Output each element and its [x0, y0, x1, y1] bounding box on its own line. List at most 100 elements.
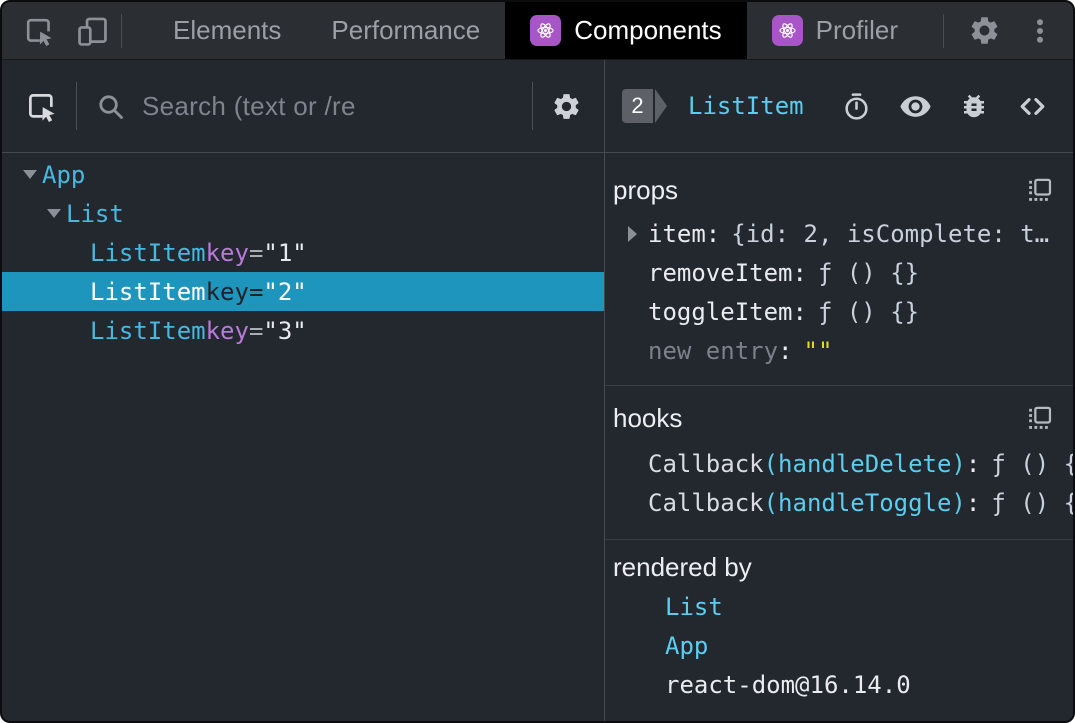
devtools-window: Elements Performance Components Profiler — [0, 0, 1075, 723]
devtools-toolbar: Elements Performance Components Profiler — [2, 2, 1073, 60]
prop-value[interactable]: {id: 2, isComplete: t… — [731, 220, 1049, 248]
details-sections: props item: {id: 2, isComplete: t… remov… — [605, 153, 1073, 721]
header-divider — [532, 82, 533, 130]
components-tree-panel: Search (text or /re App List ListItem key =… — [2, 60, 605, 721]
select-element-icon[interactable] — [24, 89, 58, 123]
eye-icon[interactable] — [899, 90, 932, 123]
component-name: ListItem — [90, 238, 206, 267]
tab-elements[interactable]: Elements — [148, 2, 306, 59]
triangle-down-icon — [47, 209, 61, 218]
search-input[interactable]: Search (text or /re — [142, 91, 356, 122]
tab-profiler[interactable]: Profiler — [747, 2, 923, 59]
equals-sign: = — [248, 316, 264, 345]
prop-key: toggleItem — [648, 297, 793, 326]
badge-arrow — [655, 89, 667, 123]
owners-stack-badge[interactable]: 2 — [622, 89, 667, 123]
settings-gear-icon[interactable] — [968, 14, 1001, 47]
key-attribute-value: "1" — [263, 238, 307, 267]
view-source-icon[interactable] — [1016, 90, 1049, 123]
copy-hooks-icon[interactable] — [1026, 405, 1053, 432]
colon: : — [778, 336, 793, 365]
rendered-by-row-react-dom-16-14-0: react-dom@16.14.0 — [613, 665, 1053, 704]
toolbar-right — [943, 2, 1073, 59]
key-attribute-name: key — [205, 238, 249, 267]
tab-performance[interactable]: Performance — [306, 2, 505, 59]
equals-sign: = — [248, 238, 264, 267]
triangle-down-icon — [23, 170, 37, 179]
details-header: 2 ListItem — [605, 60, 1073, 153]
hook-name: (handleDelete) — [763, 449, 966, 478]
toolbar-tabs: Elements Performance Components Profiler — [148, 2, 923, 59]
props-section: props item: {id: 2, isComplete: t… remov… — [605, 153, 1073, 386]
hooks-section: hooks Callback (handleDelete): ƒ () Call… — [605, 386, 1073, 540]
react-logo-icon — [530, 15, 562, 46]
toolbar-divider — [121, 13, 122, 48]
prop-value[interactable]: "" — [804, 337, 833, 365]
search-icon — [95, 91, 126, 122]
tree-row-list[interactable]: List — [2, 194, 604, 233]
hook-value: ƒ () {} — [991, 488, 1073, 517]
toolbar-divider — [943, 13, 944, 48]
tree-row-listitem-key-1[interactable]: ListItem key = "1" — [2, 233, 604, 272]
key-attribute-value: "2" — [263, 277, 307, 306]
component-details-panel: 2 ListItem props item: {id: 2, isComple… — [605, 60, 1073, 721]
search-box[interactable]: Search (text or /re — [95, 91, 514, 122]
stopwatch-icon[interactable] — [841, 91, 872, 122]
prop-value[interactable]: ƒ () {} — [818, 298, 919, 326]
tab-label: Profiler — [815, 15, 899, 45]
colon: : — [792, 297, 807, 326]
copy-props-icon[interactable] — [1026, 177, 1053, 204]
component-tree: App List ListItem key = "1" ListItem key = "2" L… — [2, 153, 604, 350]
tree-row-listitem-key-2[interactable]: ListItem key = "2" — [2, 272, 604, 311]
component-name: ListItem — [90, 316, 206, 345]
owner-link[interactable]: App — [665, 632, 708, 660]
prop-row-removeItem[interactable]: removeItem: ƒ () {} — [613, 253, 1053, 292]
rendered-by-rows: List App react-dom@16.14.0 — [613, 587, 1053, 704]
owner-link[interactable]: List — [665, 593, 723, 621]
tab-label: Elements — [173, 15, 282, 45]
bug-icon[interactable] — [959, 91, 989, 121]
triangle-right-icon — [628, 225, 637, 242]
rendered-by-section-header: rendered by — [613, 548, 1053, 587]
hooks-rows: Callback(handleDelete):ƒ () {}Callback(h… — [613, 444, 1073, 522]
rendered-by-section: rendered by List App react-dom@16.14.0 — [605, 540, 1073, 704]
selected-component-name: ListItem — [688, 92, 804, 120]
props-label: props — [613, 175, 679, 205]
inspect-element-icon[interactable] — [22, 14, 55, 47]
hook-name: (handleToggle) — [763, 488, 966, 517]
expand-arrow-icon[interactable] — [628, 225, 648, 242]
key-attribute-name: key — [205, 316, 249, 345]
rendered-by-label: rendered by — [613, 552, 752, 582]
tab-components[interactable]: Components — [505, 2, 747, 59]
tree-row-app[interactable]: App — [2, 155, 604, 194]
rendered-by-row-list[interactable]: List — [613, 587, 1053, 626]
react-logo-icon — [771, 15, 803, 46]
hooks-label: hooks — [613, 403, 683, 433]
hooks-section-header: hooks — [613, 399, 1053, 438]
prop-key: new entry — [648, 336, 779, 365]
tree-row-listitem-key-3[interactable]: ListItem key = "3" — [2, 311, 604, 350]
renderer-version: react-dom@16.14.0 — [665, 670, 911, 699]
hook-value: ƒ () {} — [991, 449, 1073, 478]
prop-value[interactable]: ƒ () {} — [818, 259, 919, 287]
more-vert-icon[interactable] — [1025, 16, 1055, 46]
hook-row-handleDelete[interactable]: Callback(handleDelete): ƒ () {} — [613, 444, 1073, 483]
device-toolbar-icon[interactable] — [75, 14, 109, 48]
tree-panel-header: Search (text or /re — [2, 60, 604, 153]
tree-settings-gear-icon[interactable] — [551, 91, 582, 122]
prop-row-new-entry[interactable]: new entry: "" — [613, 331, 1053, 370]
hook-row-handleToggle[interactable]: Callback(handleToggle): ƒ () {} — [613, 483, 1073, 522]
rendered-by-row-app[interactable]: App — [613, 626, 1053, 665]
prop-row-item[interactable]: item: {id: 2, isComplete: t… — [613, 214, 1053, 253]
component-name: ListItem — [90, 277, 206, 306]
props-section-header: props — [613, 171, 1053, 210]
colon: : — [965, 488, 981, 517]
colon: : — [965, 449, 981, 478]
expand-arrow-icon[interactable] — [42, 209, 66, 218]
prop-row-toggleItem[interactable]: toggleItem: ƒ () {} — [613, 292, 1053, 331]
prop-key: removeItem — [648, 258, 793, 287]
tab-label: Components — [574, 15, 722, 45]
expand-arrow-icon[interactable] — [18, 170, 42, 179]
header-divider — [76, 82, 77, 130]
tab-label: Performance — [331, 15, 481, 45]
